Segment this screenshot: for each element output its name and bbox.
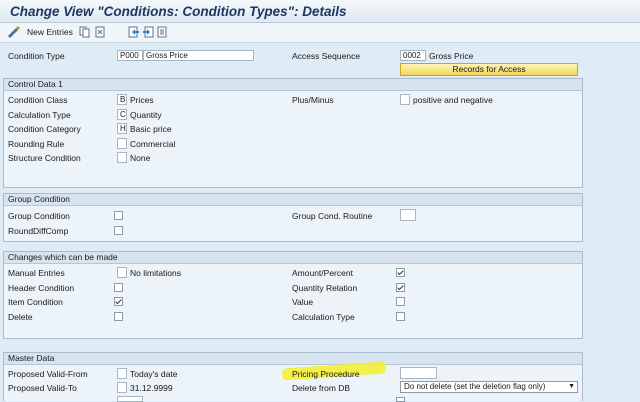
pricing-procedure-field[interactable] [400, 367, 437, 379]
header-condition-checkbox[interactable] [114, 283, 123, 292]
structure-condition-label: Structure Condition [8, 153, 81, 163]
records-for-access-button[interactable]: Records for Access [400, 63, 578, 76]
quantity-relation-checkbox[interactable] [396, 283, 405, 292]
calculation-type-text: Quantity [130, 110, 162, 120]
changes-group: Changes which can be made [3, 251, 583, 339]
condition-category-text: Basic price [130, 124, 172, 134]
condition-class-text: Prices [130, 95, 154, 105]
changes-title: Changes which can be made [4, 252, 582, 264]
group-cond-routine-label: Group Cond. Routine [292, 211, 373, 221]
select-block-icon[interactable] [156, 26, 168, 38]
application-toolbar: New Entries [0, 23, 640, 43]
pricing-procedure-label: Pricing Procedure [292, 369, 360, 379]
delete-from-db-label: Delete from DB [292, 383, 351, 393]
structure-condition-text: None [130, 153, 151, 163]
valid-from-field[interactable] [117, 368, 127, 379]
access-sequence-description: Gross Price [429, 51, 474, 61]
calculation-type-change-label: Calculation Type [292, 312, 355, 322]
item-condition-checkbox[interactable] [114, 297, 123, 306]
copy-icon[interactable] [79, 26, 91, 38]
master-data-title: Master Data [4, 353, 582, 365]
group-cond-routine-field[interactable] [400, 209, 416, 221]
valid-to-value: 31.12.9999 [130, 383, 173, 393]
condition-category-label: Condition Category [8, 124, 81, 134]
plus-minus-text: positive and negative [413, 95, 493, 105]
value-checkbox[interactable] [396, 297, 405, 306]
title-bar: Change View "Conditions: Condition Types… [0, 0, 640, 23]
group-condition-checkbox[interactable] [114, 211, 123, 220]
rounding-rule-label: Rounding Rule [8, 139, 65, 149]
new-entries-button[interactable]: New Entries [27, 27, 73, 37]
valid-from-label: Proposed Valid-From [8, 369, 88, 379]
rounding-rule-text: Commercial [130, 139, 176, 149]
delete-icon[interactable] [94, 26, 106, 38]
next-row-checkbox[interactable] [396, 397, 405, 402]
header-condition-label: Header Condition [8, 283, 75, 293]
amount-percent-label: Amount/Percent [292, 268, 353, 278]
display-change-icon[interactable] [7, 26, 20, 38]
access-sequence-label: Access Sequence [292, 51, 361, 61]
delete-from-db-value: Do not delete (set the deletion flag onl… [404, 382, 546, 391]
control-data-title: Control Data 1 [4, 79, 582, 91]
delete-checkbox[interactable] [114, 312, 123, 321]
valid-to-label: Proposed Valid-To [8, 383, 77, 393]
manual-entries-label: Manual Entries [8, 268, 65, 278]
condition-type-label: Condition Type [8, 51, 65, 61]
group-condition-title: Group Condition [4, 194, 582, 206]
previous-entry-icon[interactable] [128, 26, 140, 38]
round-diff-comp-label: RoundDiffComp [8, 226, 69, 236]
item-condition-label: Item Condition [8, 297, 63, 307]
delete-label: Delete [8, 312, 33, 322]
access-sequence-field[interactable]: 0002 [400, 50, 426, 61]
value-label: Value [292, 297, 314, 307]
condition-type-field[interactable]: P000 [117, 50, 143, 61]
delete-from-db-dropdown[interactable]: Do not delete (set the deletion flag onl… [400, 381, 578, 393]
manual-entries-field[interactable] [117, 267, 127, 278]
group-condition-label: Group Condition [8, 211, 70, 221]
window-title: Change View "Conditions: Condition Types… [10, 4, 347, 19]
chevron-down-icon[interactable]: ▼ [568, 382, 575, 392]
next-entry-icon[interactable] [142, 26, 154, 38]
amount-percent-checkbox[interactable] [396, 268, 405, 277]
rounding-rule-field[interactable] [117, 138, 127, 149]
plus-minus-label: Plus/Minus [292, 95, 334, 105]
next-row-field[interactable] [117, 396, 143, 402]
calculation-type-label: Calculation Type [8, 110, 71, 120]
condition-class-field[interactable]: B [117, 94, 127, 105]
condition-type-description: Gross Price [143, 50, 254, 61]
valid-to-field[interactable] [117, 382, 127, 393]
quantity-relation-label: Quantity Relation [292, 283, 358, 293]
plus-minus-field[interactable] [400, 94, 410, 105]
condition-category-field[interactable]: H [117, 123, 127, 134]
calculation-type-field[interactable]: C [117, 109, 127, 120]
calculation-type-change-checkbox[interactable] [396, 312, 405, 321]
round-diff-comp-checkbox[interactable] [114, 226, 123, 235]
condition-class-label: Condition Class [8, 95, 68, 105]
manual-entries-text: No limitations [130, 268, 182, 278]
structure-condition-field[interactable] [117, 152, 127, 163]
valid-from-text: Today's date [130, 369, 178, 379]
